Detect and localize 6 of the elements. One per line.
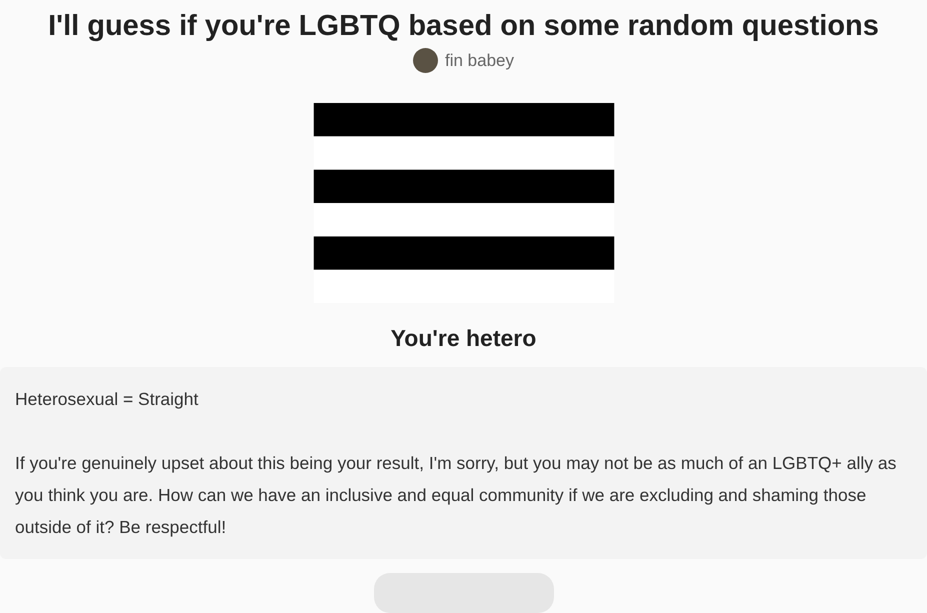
quiz-title: I'll guess if you're LGBTQ based on some random questions	[48, 9, 879, 44]
avatar	[413, 48, 438, 74]
author-name[interactable]: fin babey	[445, 48, 514, 74]
result-description: Heterosexual = Straight	[15, 388, 200, 411]
result-description: If you're genuinely upset about this being your result, I'm sorry, but you may not be as much of an LGBTQ+ ally as you think you are. How can we have an inclusive and equal community if we are excluding and shaming those outside of it? Be respectful!	[15, 452, 898, 539]
result-heading: You're hetero	[390, 324, 536, 352]
